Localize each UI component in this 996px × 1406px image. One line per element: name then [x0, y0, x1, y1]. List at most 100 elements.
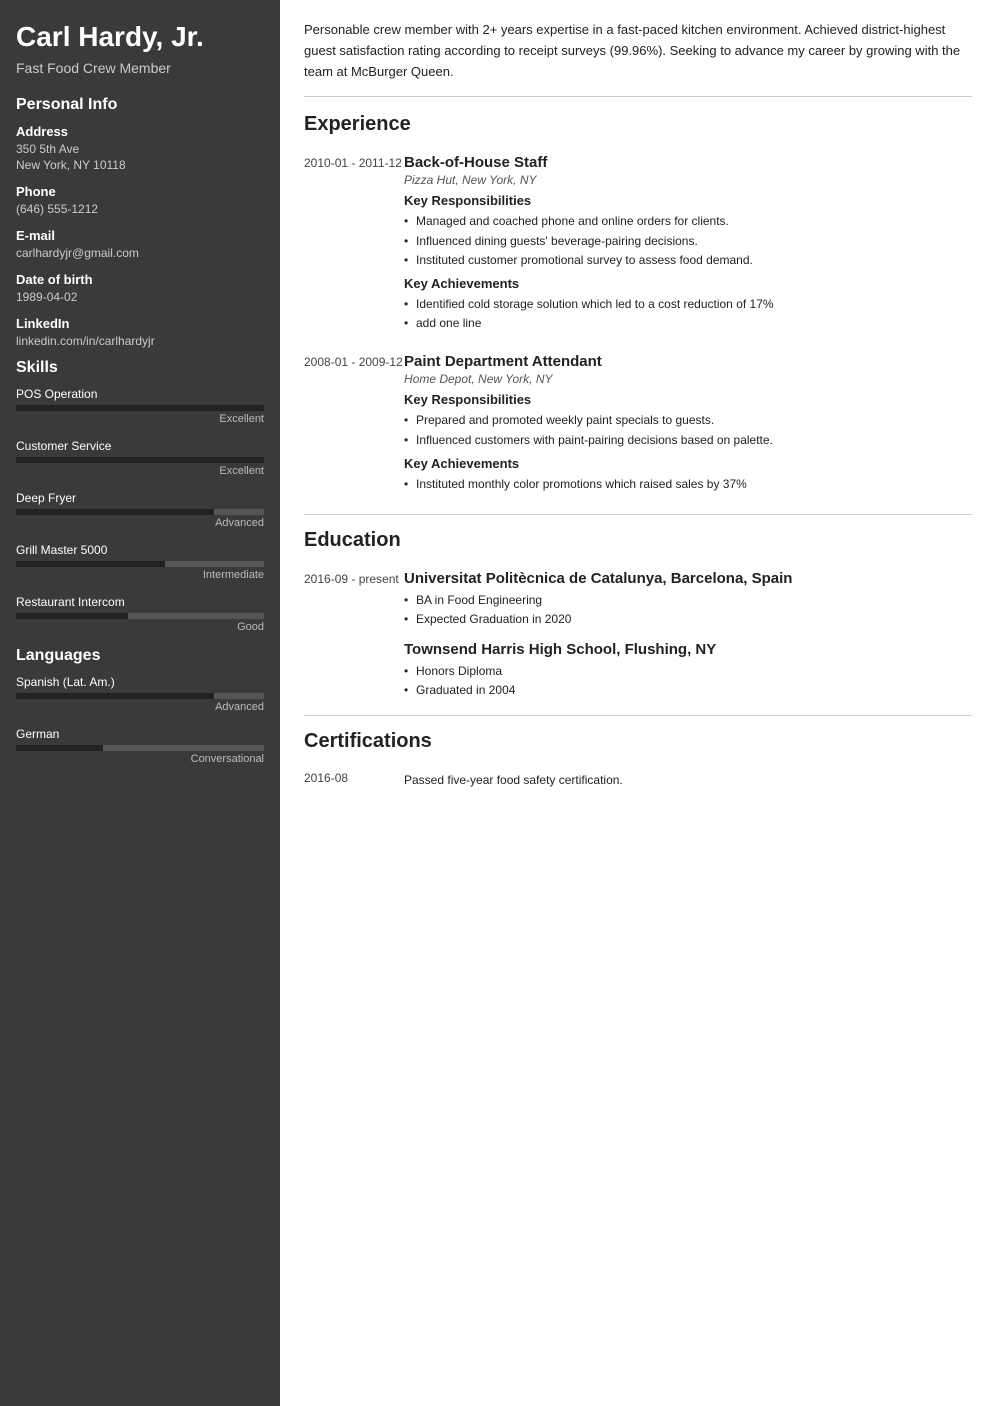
education-school2: Townsend Harris High School, Flushing, N… [404, 641, 972, 658]
responsibility-item: Influenced dining guests' beverage-pairi… [404, 232, 972, 251]
skill-level: Advanced [16, 517, 264, 529]
language-level: Conversational [16, 753, 264, 765]
skill-level: Good [16, 621, 264, 633]
skill-level: Excellent [16, 465, 264, 477]
experience-content: Paint Department Attendant Home Depot, N… [404, 353, 972, 494]
achievement-item: Identified cold storage solution which l… [404, 295, 972, 314]
experience-company: Pizza Hut, New York, NY [404, 173, 972, 187]
language-bar-fill [16, 745, 103, 751]
achievements-list: Identified cold storage solution which l… [404, 295, 972, 333]
education2-item: Honors Diploma [404, 662, 972, 681]
certifications-list: 2016-08 Passed five-year food safety cer… [304, 771, 972, 790]
education-item: BA in Food Engineering [404, 591, 972, 610]
address-line2: New York, NY 10118 [16, 157, 264, 174]
skill-bar-bg [16, 561, 264, 567]
responsibilities-label: Key Responsibilities [404, 392, 972, 407]
education-school: Universitat Politècnica de Catalunya, Ba… [404, 570, 972, 587]
skills-heading: Skills [16, 359, 264, 377]
experience-block: 2010-01 - 2011-12 Back-of-House Staff Pi… [304, 154, 972, 333]
phone-value: (646) 555-1212 [16, 201, 264, 218]
dob-value: 1989-04-02 [16, 289, 264, 306]
language-name: Spanish (Lat. Am.) [16, 675, 264, 689]
experience-content: Back-of-House Staff Pizza Hut, New York,… [404, 154, 972, 333]
education-divider [304, 514, 972, 515]
language-item: German Conversational [16, 727, 264, 765]
language-name: German [16, 727, 264, 741]
address-line1: 350 5th Ave [16, 141, 264, 158]
skills-list: POS Operation Excellent Customer Service… [16, 387, 264, 633]
dob-label: Date of birth [16, 272, 264, 287]
achievements-label: Key Achievements [404, 456, 972, 471]
certification-block: 2016-08 Passed five-year food safety cer… [304, 771, 972, 790]
education2-item: Graduated in 2004 [404, 681, 972, 700]
phone-label: Phone [16, 184, 264, 199]
languages-list: Spanish (Lat. Am.) Advanced German Conve… [16, 675, 264, 765]
skill-name: POS Operation [16, 387, 264, 401]
email-label: E-mail [16, 228, 264, 243]
achievements-label: Key Achievements [404, 276, 972, 291]
certification-text: Passed five-year food safety certificati… [404, 771, 623, 790]
responsibilities-list: Managed and coached phone and online ord… [404, 212, 972, 270]
skill-level: Intermediate [16, 569, 264, 581]
certification-date: 2016-08 [304, 771, 404, 790]
skill-bar-bg [16, 613, 264, 619]
linkedin-label: LinkedIn [16, 316, 264, 331]
achievements-list: Instituted monthly color promotions whic… [404, 475, 972, 494]
candidate-title: Fast Food Crew Member [16, 60, 264, 76]
skill-item: Customer Service Excellent [16, 439, 264, 477]
language-bar-fill [16, 693, 214, 699]
experience-date: 2008-01 - 2009-12 [304, 353, 404, 494]
achievement-item: add one line [404, 314, 972, 333]
skill-name: Customer Service [16, 439, 264, 453]
certifications-heading: Certifications [304, 730, 972, 757]
skill-bar-bg [16, 405, 264, 411]
certifications-divider [304, 715, 972, 716]
skill-name: Restaurant Intercom [16, 595, 264, 609]
skill-bar-fill [16, 457, 264, 463]
email-value: carlhardyjr@gmail.com [16, 245, 264, 262]
language-level: Advanced [16, 701, 264, 713]
language-bar-bg [16, 745, 264, 751]
candidate-name: Carl Hardy, Jr. [16, 20, 264, 54]
skill-bar-fill [16, 613, 128, 619]
skill-bar-fill [16, 405, 264, 411]
skill-bar-fill [16, 561, 165, 567]
experience-block: 2008-01 - 2009-12 Paint Department Atten… [304, 353, 972, 494]
experience-company: Home Depot, New York, NY [404, 372, 972, 386]
skill-name: Grill Master 5000 [16, 543, 264, 557]
skill-item: Deep Fryer Advanced [16, 491, 264, 529]
education-content: Universitat Politècnica de Catalunya, Ba… [404, 570, 972, 701]
experience-date: 2010-01 - 2011-12 [304, 154, 404, 333]
skill-bar-fill [16, 509, 214, 515]
address-label: Address [16, 124, 264, 139]
responsibilities-list: Prepared and promoted weekly paint speci… [404, 411, 972, 449]
achievement-item: Instituted monthly color promotions whic… [404, 475, 972, 494]
responsibility-item: Influenced customers with paint-pairing … [404, 431, 972, 450]
responsibilities-label: Key Responsibilities [404, 193, 972, 208]
education-items: BA in Food EngineeringExpected Graduatio… [404, 591, 972, 629]
education2-items: Honors DiplomaGraduated in 2004 [404, 662, 972, 700]
skill-name: Deep Fryer [16, 491, 264, 505]
education-block: 2016-09 - present Universitat Politècnic… [304, 570, 972, 701]
experience-list: 2010-01 - 2011-12 Back-of-House Staff Pi… [304, 154, 972, 494]
experience-heading: Experience [304, 113, 972, 140]
responsibility-item: Managed and coached phone and online ord… [404, 212, 972, 231]
personal-info-heading: Personal Info [16, 96, 264, 114]
education-date: 2016-09 - present [304, 570, 404, 701]
skill-bar-bg [16, 457, 264, 463]
education-list: 2016-09 - present Universitat Politècnic… [304, 570, 972, 701]
experience-title: Paint Department Attendant [404, 353, 972, 370]
experience-title: Back-of-House Staff [404, 154, 972, 171]
language-bar-bg [16, 693, 264, 699]
skill-item: Grill Master 5000 Intermediate [16, 543, 264, 581]
education-item: Expected Graduation in 2020 [404, 610, 972, 629]
skill-level: Excellent [16, 413, 264, 425]
main-content: Personable crew member with 2+ years exp… [280, 0, 996, 1406]
skill-item: Restaurant Intercom Good [16, 595, 264, 633]
languages-heading: Languages [16, 647, 264, 665]
skill-item: POS Operation Excellent [16, 387, 264, 425]
responsibility-item: Prepared and promoted weekly paint speci… [404, 411, 972, 430]
skill-bar-bg [16, 509, 264, 515]
sidebar: Carl Hardy, Jr. Fast Food Crew Member Pe… [0, 0, 280, 1406]
summary-text: Personable crew member with 2+ years exp… [304, 20, 972, 97]
